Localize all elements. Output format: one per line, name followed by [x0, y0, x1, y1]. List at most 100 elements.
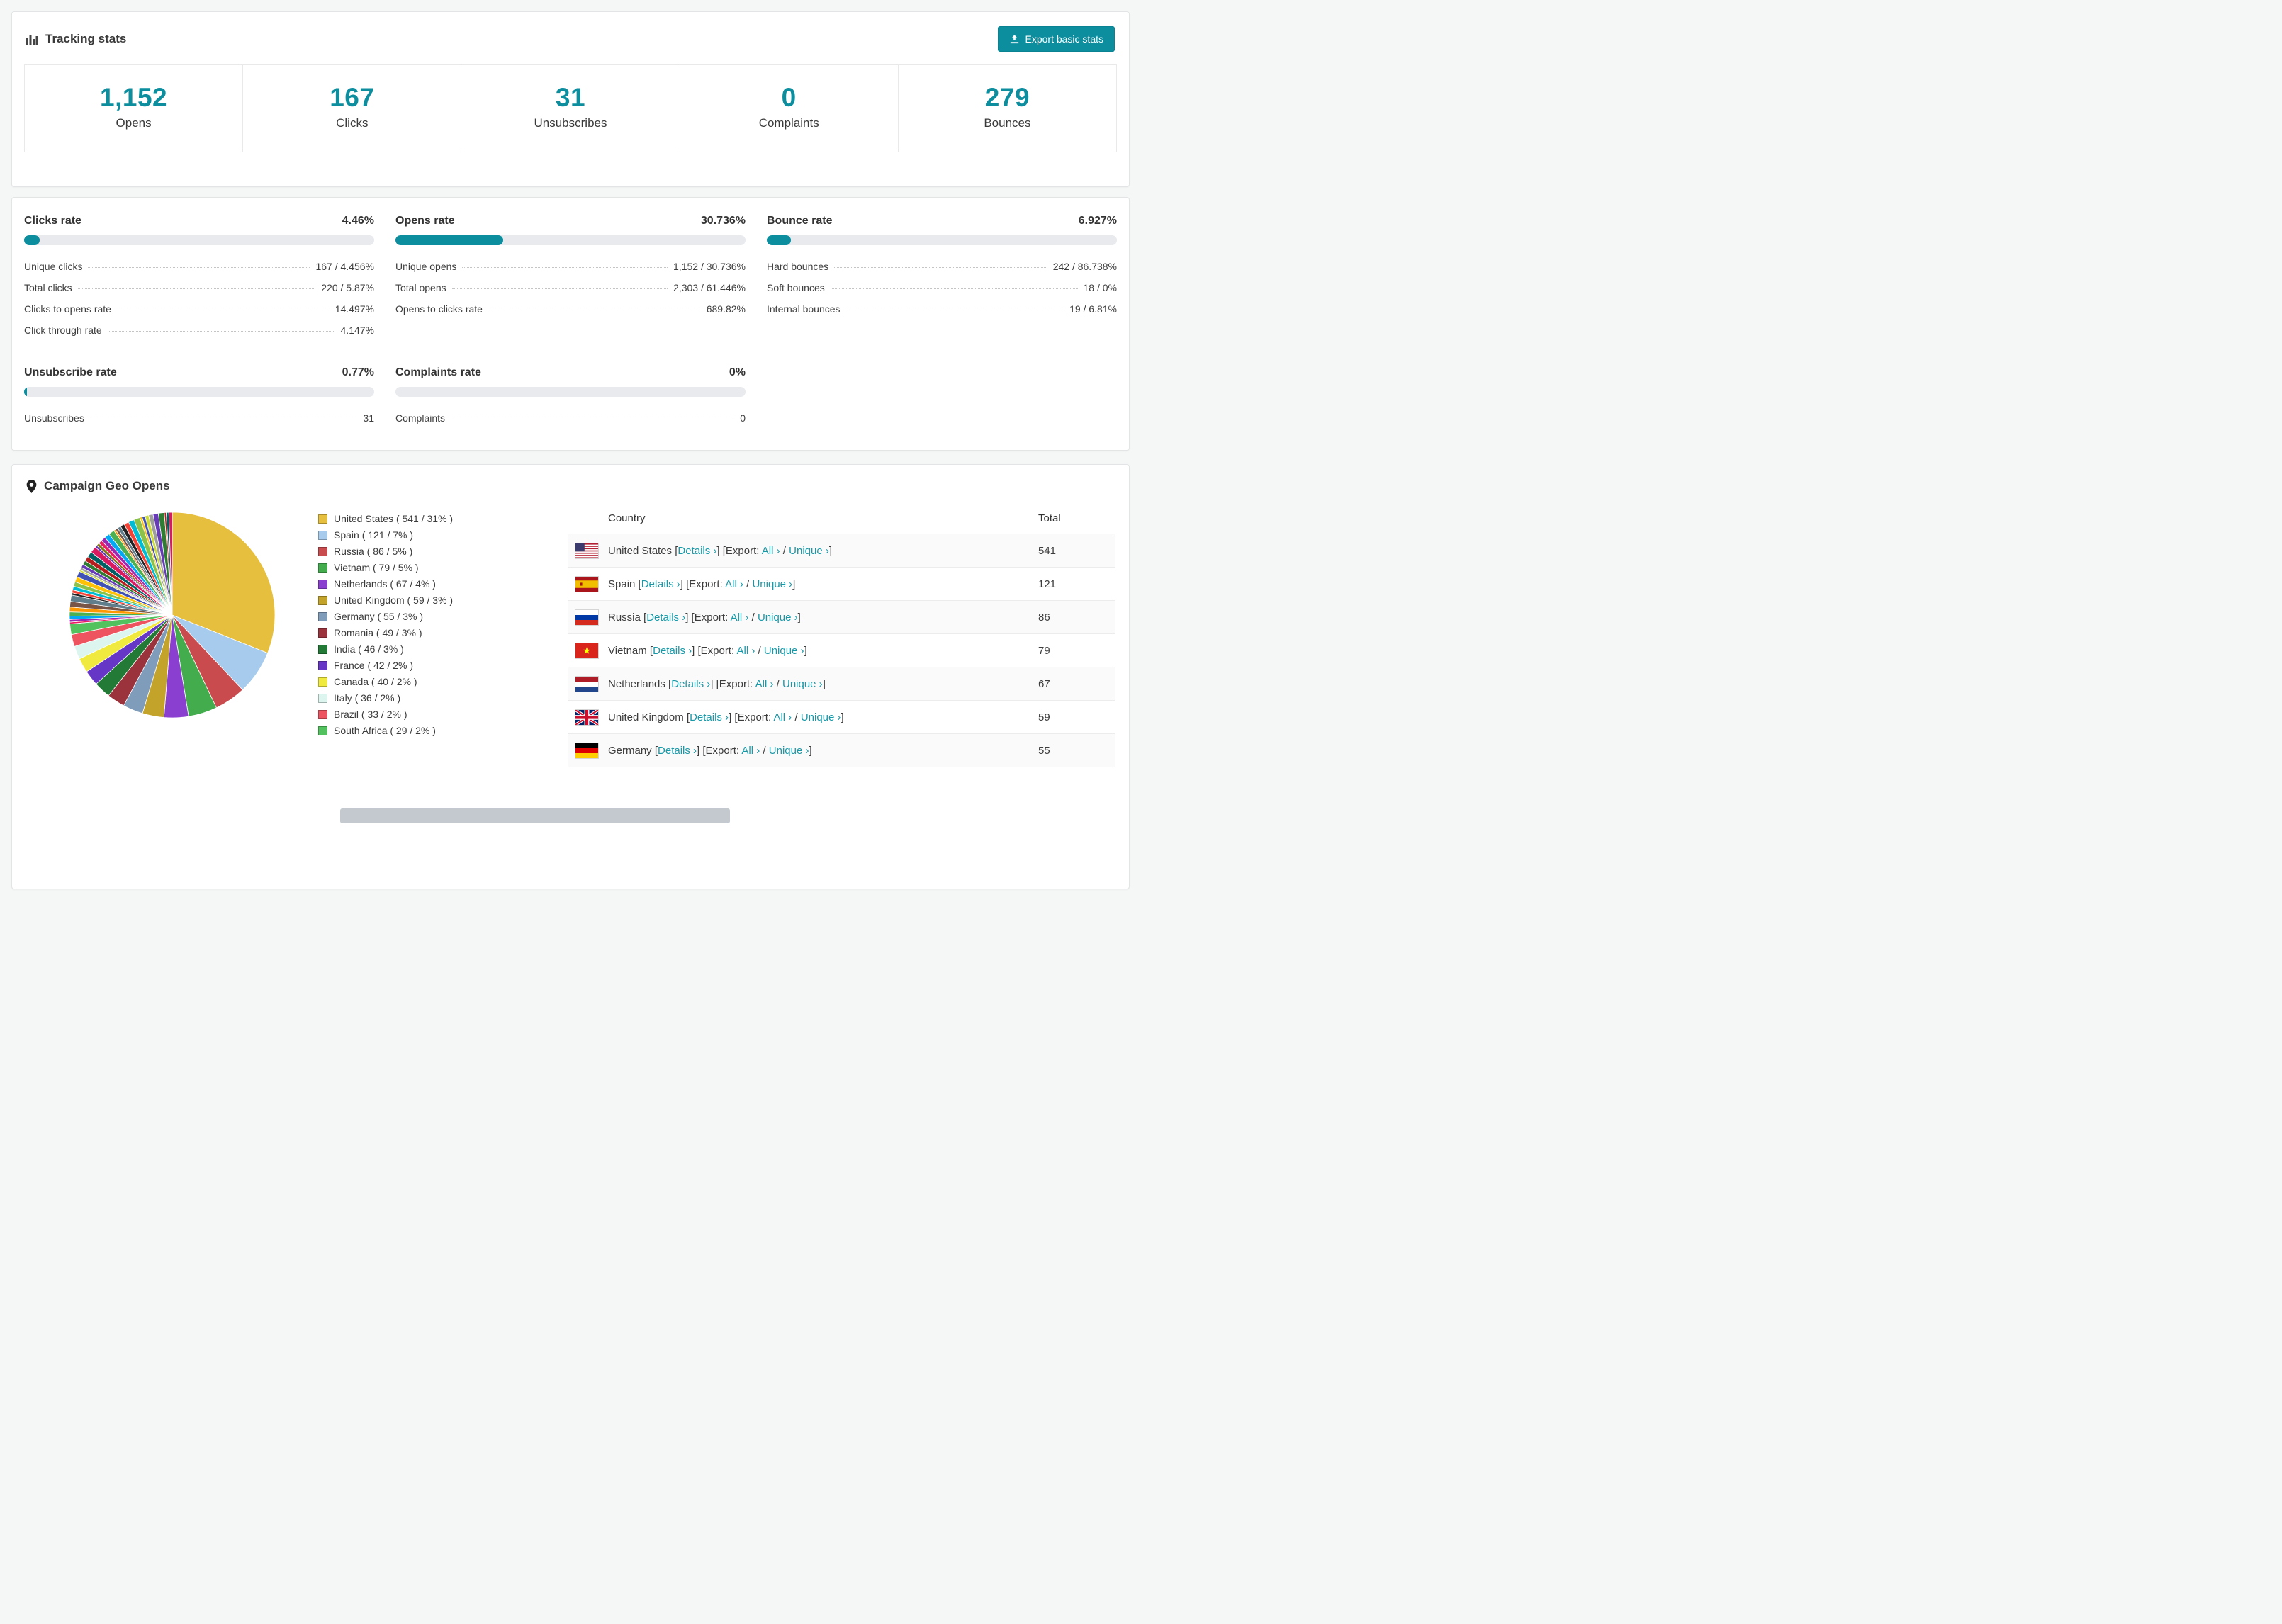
legend-item: South Africa ( 29 / 2% ) [318, 725, 568, 736]
rate-row-label: Hard bounces [767, 261, 829, 272]
rate-row: Total opens 2,303 / 61.446% [395, 277, 746, 298]
rate-block-unsubscribe-rate: Unsubscribe rate 0.77% Unsubscribes 31 [24, 366, 374, 429]
export-all-link[interactable]: All › [755, 678, 774, 690]
geo-table-row: United States [Details ›] [Export: All ›… [568, 534, 1115, 568]
tracking-title: Tracking stats [45, 32, 127, 45]
rate-head: Clicks rate 4.46% [24, 215, 374, 227]
flag-gb-icon [575, 709, 599, 726]
country-name: United Kingdom [608, 711, 684, 723]
country-links: Germany [Details ›] [Export: All › / Uni… [608, 744, 812, 757]
legend-item: Vietnam ( 79 / 5% ) [318, 562, 568, 573]
rate-row-value: 689.82% [706, 303, 746, 315]
geo-table-header-country: Country [608, 512, 646, 524]
geo-table-body: United States [Details ›] [Export: All ›… [568, 534, 1115, 767]
geo-table-header-total: Total [1038, 512, 1061, 524]
export-all-link[interactable]: All › [741, 745, 760, 757]
geo-title: Campaign Geo Opens [44, 479, 170, 492]
rate-row: Hard bounces 242 / 86.738% [767, 256, 1117, 277]
legend-item: France ( 42 / 2% ) [318, 660, 568, 671]
rate-row: Complaints 0 [395, 407, 746, 429]
details-link[interactable]: Details › [690, 711, 729, 723]
stat-value: 1,152 [100, 83, 168, 112]
export-all-link[interactable]: All › [731, 611, 749, 624]
horizontal-scrollbar[interactable] [340, 808, 730, 823]
export-basic-stats-button[interactable]: Export basic stats [997, 26, 1115, 52]
details-link[interactable]: Details › [658, 745, 697, 757]
legend-label: United Kingdom ( 59 / 3% ) [334, 594, 454, 606]
export-all-link[interactable]: All › [762, 545, 780, 557]
legend-swatch [318, 726, 327, 735]
rate-rows: Unique opens 1,152 / 30.736% Total opens 2,… [395, 256, 746, 320]
legend-label: Vietnam ( 79 / 5% ) [334, 562, 419, 573]
rate-row-value: 242 / 86.738% [1052, 261, 1117, 272]
total-cell: 79 [1038, 644, 1050, 657]
country-name: Vietnam [608, 644, 647, 657]
country-links: Spain [Details ›] [Export: All › / Uniqu… [608, 577, 796, 590]
legend-item: Russia ( 86 / 5% ) [318, 546, 568, 557]
export-unique-link[interactable]: Unique › [789, 545, 829, 557]
legend-swatch [318, 579, 327, 589]
export-all-link[interactable]: All › [725, 578, 743, 590]
details-link[interactable]: Details › [646, 611, 685, 624]
country-cell: United Kingdom [Details ›] [Export: All … [575, 709, 1038, 726]
legend-label: India ( 46 / 3% ) [334, 643, 404, 655]
details-link[interactable]: Details › [641, 578, 680, 590]
stat-label: Bounces [984, 116, 1031, 130]
rate-value: 30.736% [700, 215, 746, 227]
geo-table-row: Germany [Details ›] [Export: All › / Uni… [568, 734, 1115, 767]
rate-row-label: Unique clicks [24, 261, 83, 272]
details-link[interactable]: Details › [678, 545, 716, 557]
details-link[interactable]: Details › [653, 645, 692, 657]
export-all-link[interactable]: All › [737, 645, 755, 657]
export-unique-link[interactable]: Unique › [769, 745, 809, 757]
rate-block-bounce-rate: Bounce rate 6.927% Hard bounces 242 / 86.73… [767, 215, 1117, 341]
stat-label: Unsubscribes [534, 116, 607, 130]
geo-pie-chart [69, 512, 276, 718]
rate-row-value: 18 / 0% [1083, 282, 1117, 293]
export-unique-link[interactable]: Unique › [801, 711, 841, 723]
export-unique-link[interactable]: Unique › [752, 578, 792, 590]
stat-opens: 1,152 Opens [25, 65, 242, 152]
country-name: Russia [608, 611, 641, 624]
geo-pie-wrap [26, 503, 318, 767]
legend-item: United Kingdom ( 59 / 3% ) [318, 594, 568, 606]
stat-bounces: 279 Bounces [897, 65, 1116, 152]
flag-ru-icon [575, 609, 599, 626]
legend-swatch [318, 628, 327, 638]
rate-row-value: 31 [363, 412, 374, 424]
export-all-link[interactable]: All › [773, 711, 792, 723]
tracking-stats-row: 1,152 Opens 167 Clicks 31 Unsubscribes 0 Compla… [24, 64, 1117, 152]
progress-bar [395, 387, 746, 397]
legend-swatch [318, 709, 327, 719]
rate-row-label: Unsubscribes [24, 412, 84, 424]
progress-fill [24, 235, 40, 245]
rate-row: Clicks to opens rate 14.497% [24, 298, 374, 320]
export-icon [1010, 34, 1018, 43]
flag-de-icon [575, 742, 599, 759]
dotted-leader [834, 267, 1047, 268]
export-unique-link[interactable]: Unique › [758, 611, 798, 624]
rate-row: Unsubscribes 31 [24, 407, 374, 429]
geo-card-title: Campaign Geo Opens [26, 479, 170, 493]
tracking-stats-card: Tracking stats Export basic stats 1,152 O… [11, 11, 1130, 187]
rate-title: Opens rate [395, 215, 455, 227]
legend-label: France ( 42 / 2% ) [334, 660, 414, 671]
rate-row: Internal bounces 19 / 6.81% [767, 298, 1117, 320]
rate-head: Complaints rate 0% [395, 366, 746, 379]
rate-row-value: 19 / 6.81% [1069, 303, 1117, 315]
rates-card: Clicks rate 4.46% Unique clicks 167 / 4.456… [11, 197, 1130, 451]
export-unique-link[interactable]: Unique › [764, 645, 804, 657]
rate-row-value: 220 / 5.87% [321, 282, 374, 293]
rate-row-label: Total opens [395, 282, 446, 293]
legend-label: Romania ( 49 / 3% ) [334, 627, 422, 638]
details-link[interactable]: Details › [671, 678, 710, 690]
rate-head: Bounce rate 6.927% [767, 215, 1117, 227]
total-cell: 55 [1038, 744, 1050, 757]
geo-card-header: Campaign Geo Opens [26, 479, 1115, 493]
export-unique-link[interactable]: Unique › [782, 678, 823, 690]
country-links: United States [Details ›] [Export: All ›… [608, 544, 833, 557]
country-name: Netherlands [608, 677, 665, 690]
country-links: Russia [Details ›] [Export: All › / Uniq… [608, 611, 801, 624]
flag-es-icon [575, 575, 599, 592]
progress-bar [395, 235, 746, 245]
